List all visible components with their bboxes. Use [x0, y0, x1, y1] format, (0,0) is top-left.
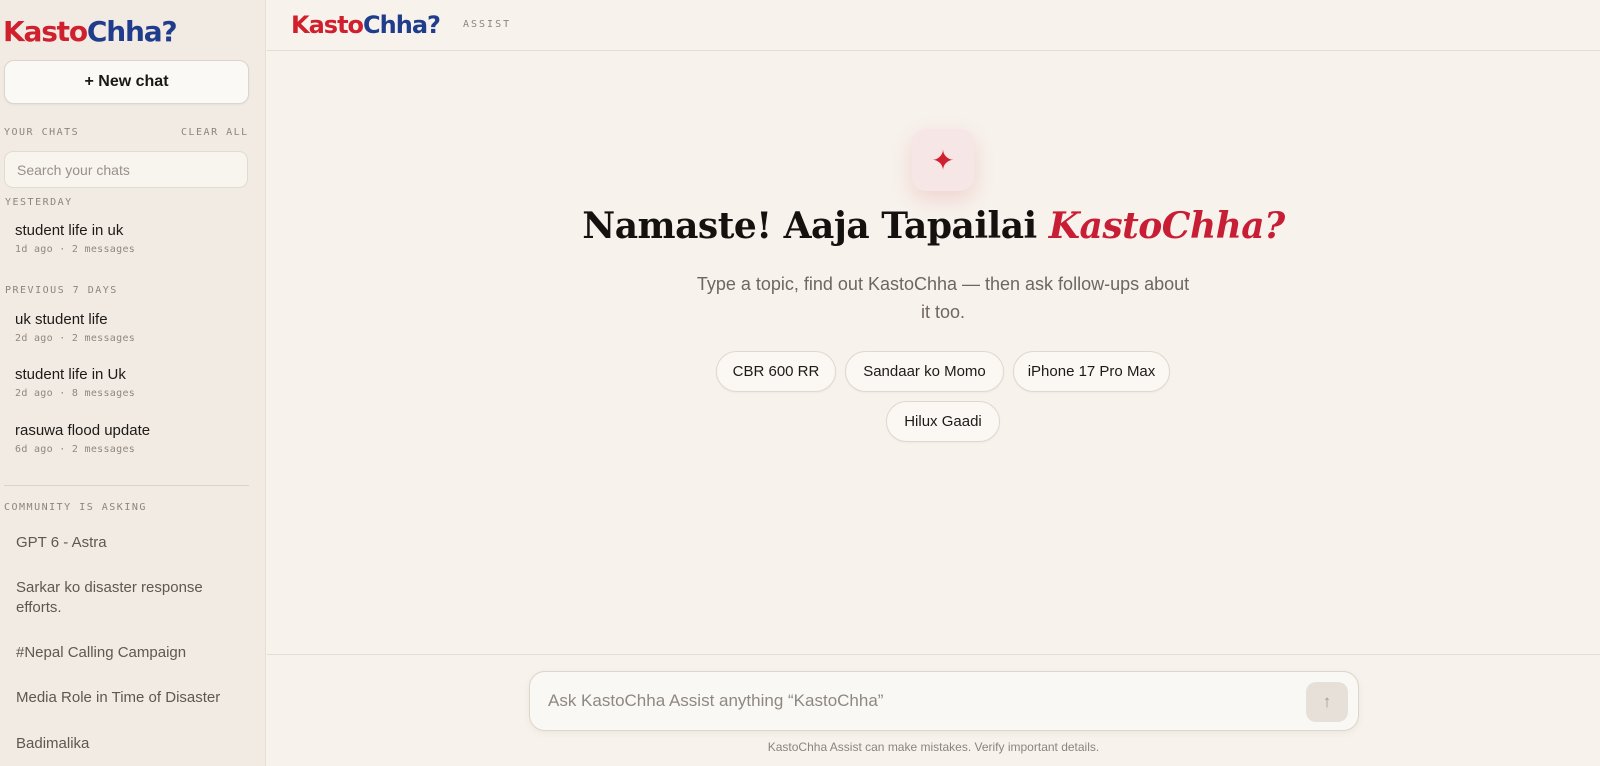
welcome-subline: Type a topic, find out KastoChha — then …: [696, 274, 1190, 322]
community-item[interactable]: Sarkar ko disaster response efforts.: [16, 578, 241, 618]
headline-accent: KastoChha?: [1048, 205, 1285, 247]
chat-item[interactable]: student life in Uk 2d ago · 8 messages: [15, 365, 245, 399]
chat-meta: 2d ago · 8 messages: [15, 388, 136, 399]
composer: ↑: [529, 671, 1359, 731]
composer-divider: [267, 654, 1600, 655]
assist-tag: ASSIST: [463, 19, 512, 30]
chat-item[interactable]: rasuwa flood update 6d ago · 2 messages: [15, 421, 245, 455]
chat-meta: 1d ago · 2 messages: [15, 244, 136, 255]
chat-meta: 2d ago · 2 messages: [15, 333, 136, 344]
community-item[interactable]: Badimalika: [16, 734, 241, 754]
top-bar: KastoChha? ASSIST: [267, 0, 1600, 51]
sidebar-divider: [4, 485, 249, 486]
community-item[interactable]: Media Role in Time of Disaster: [16, 688, 241, 708]
chat-title: student life in uk: [15, 222, 124, 239]
suggestion-chip[interactable]: iPhone 17 Pro Max: [1013, 351, 1170, 392]
chat-item[interactable]: student life in uk 1d ago · 2 messages: [15, 221, 245, 255]
suggestion-chip[interactable]: CBR 600 RR: [716, 351, 836, 392]
clear-all-button[interactable]: CLEAR ALL: [181, 127, 249, 138]
sidebar: KastoChha? + New chat YOUR CHATS CLEAR A…: [0, 0, 266, 766]
group-label-yesterday: YESTERDAY: [5, 197, 73, 208]
sidebar-logo[interactable]: KastoChha?: [3, 14, 178, 50]
community-item[interactable]: #Nepal Calling Campaign: [16, 643, 241, 663]
group-label-previous-7-days: PREVIOUS 7 DAYS: [5, 285, 118, 296]
community-item[interactable]: GPT 6 - Astra: [16, 533, 241, 553]
welcome-headline: Namaste! Aaja Tapailai KastoChha?: [582, 205, 1285, 247]
chat-item[interactable]: uk student life 2d ago · 2 messages: [15, 310, 245, 344]
new-chat-button[interactable]: + New chat: [4, 60, 249, 104]
arrow-up-icon: ↑: [1322, 692, 1332, 711]
message-input[interactable]: [548, 672, 1288, 730]
sparkle-icon: ✦: [912, 129, 974, 191]
header-logo[interactable]: KastoChha?: [291, 10, 441, 40]
your-chats-label: YOUR CHATS: [4, 127, 80, 138]
send-button[interactable]: ↑: [1306, 682, 1348, 722]
disclaimer: KastoChha Assist can make mistakes. Veri…: [767, 740, 1100, 754]
chat-meta: 6d ago · 2 messages: [15, 444, 136, 455]
suggestion-chip[interactable]: Sandaar ko Momo: [845, 351, 1004, 392]
suggestion-chip[interactable]: Hilux Gaadi: [886, 401, 1000, 442]
chat-title: uk student life: [15, 311, 108, 328]
chat-search-input[interactable]: Search your chats: [4, 151, 248, 188]
chat-title: student life in Uk: [15, 366, 126, 383]
chat-title: rasuwa flood update: [15, 422, 151, 439]
community-label: COMMUNITY IS ASKING: [4, 502, 147, 513]
